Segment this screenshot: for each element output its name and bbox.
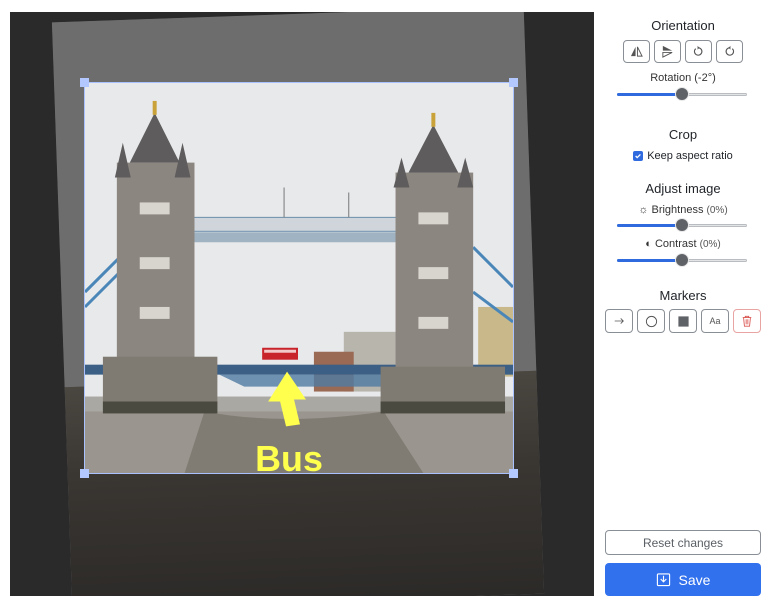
rectangle-marker-button[interactable] <box>669 309 697 333</box>
flip-vertical-button[interactable] <box>654 40 681 63</box>
flip-horizontal-button[interactable] <box>623 40 650 63</box>
contrast-slider[interactable] <box>617 253 747 267</box>
crop-handle-bottom-left[interactable] <box>80 469 89 478</box>
trash-icon <box>742 315 752 327</box>
marker-buttons: Aa <box>598 309 768 333</box>
flip-vertical-icon <box>662 45 673 58</box>
orientation-title: Orientation <box>651 18 715 33</box>
brightness-slider-thumb[interactable] <box>675 218 689 232</box>
adjust-image-title: Adjust image <box>645 181 721 196</box>
image-canvas[interactable]: Bus <box>10 12 594 596</box>
brightness-label-row: ☼ Brightness (0%) <box>598 204 768 216</box>
keep-aspect-ratio[interactable]: Keep aspect ratio <box>598 150 768 162</box>
save-button[interactable]: Save <box>605 563 761 596</box>
square-icon <box>677 315 689 327</box>
arrow-right-icon <box>614 318 624 324</box>
brightness-value: (0%) <box>706 205 728 216</box>
rotation-slider-thumb[interactable] <box>675 87 689 101</box>
brightness-slider[interactable] <box>617 218 747 232</box>
bus-annotation-text: Bus <box>255 439 323 473</box>
orientation-buttons <box>598 40 768 63</box>
tower-bridge-photo: Bus <box>85 83 513 473</box>
reset-changes-button[interactable]: Reset changes <box>605 530 761 555</box>
crop-area[interactable]: Bus <box>84 82 514 474</box>
contrast-icon: ◐ <box>645 238 652 250</box>
rotate-right-button[interactable] <box>716 40 743 63</box>
crop-handle-bottom-right[interactable] <box>509 469 518 478</box>
brightness-icon: ☼ <box>638 204 649 216</box>
contrast-value: (0%) <box>699 239 721 250</box>
flip-horizontal-icon <box>630 46 643 57</box>
rotation-label: Rotation (-2°) <box>650 72 716 84</box>
save-download-icon <box>656 573 670 587</box>
contrast-slider-thumb[interactable] <box>675 253 689 267</box>
contrast-label-row: ◐ Contrast (0%) <box>598 238 768 250</box>
text-icon: Aa <box>709 316 721 326</box>
keep-aspect-label: Keep aspect ratio <box>647 150 733 162</box>
rotation-slider[interactable] <box>617 87 747 101</box>
arrow-marker-button[interactable] <box>605 309 633 333</box>
circle-icon <box>645 315 657 327</box>
rotate-ccw-icon <box>693 45 703 56</box>
crop-handle-top-left[interactable] <box>80 78 89 87</box>
save-label: Save <box>678 571 711 588</box>
delete-marker-button[interactable] <box>733 309 761 333</box>
keep-aspect-checkbox[interactable] <box>633 151 644 161</box>
contrast-label: Contrast <box>654 238 697 250</box>
rotate-cw-icon <box>725 45 735 56</box>
rotate-left-button[interactable] <box>685 40 712 63</box>
text-marker-button[interactable]: Aa <box>701 309 729 333</box>
crop-title: Crop <box>668 127 698 142</box>
markers-title: Markers <box>659 288 707 303</box>
circle-marker-button[interactable] <box>637 309 665 333</box>
brightness-label: Brightness <box>651 204 704 216</box>
crop-handle-top-right[interactable] <box>509 78 518 87</box>
editor-panel: Orientation Rotation (-2°) Crop Keep asp… <box>598 0 768 603</box>
